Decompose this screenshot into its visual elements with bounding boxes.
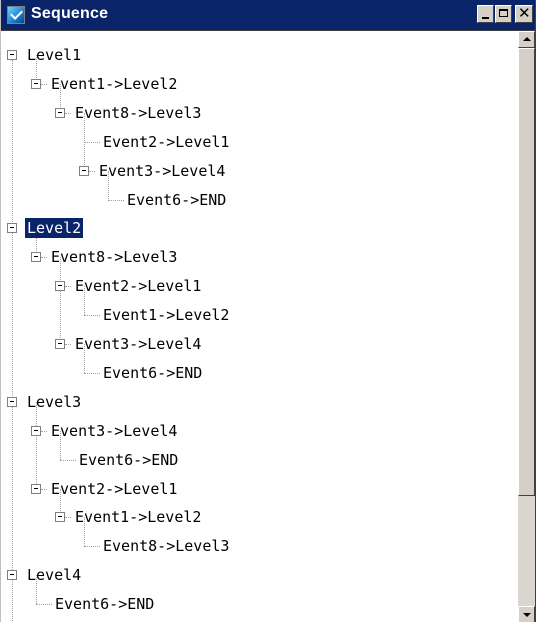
tree-node-label[interactable]: Event3->Level4	[49, 421, 179, 441]
collapse-minus-icon[interactable]	[31, 483, 41, 494]
tree-connector-line	[84, 372, 100, 374]
collapse-minus-icon[interactable]	[55, 512, 65, 523]
close-icon: ✕	[518, 4, 531, 22]
tree-connector-line	[84, 546, 100, 548]
tree-connector-line	[36, 401, 37, 489]
tree-node-label[interactable]: Level4	[25, 565, 83, 585]
collapse-minus-icon[interactable]	[79, 165, 89, 176]
scroll-down-button[interactable]	[518, 606, 535, 622]
collapse-minus-icon[interactable]	[55, 281, 65, 292]
tree-node-label[interactable]: Event2->Level1	[49, 479, 179, 499]
tree-connector-line	[84, 315, 100, 317]
collapse-minus-icon[interactable]	[31, 78, 41, 89]
tree-node-label[interactable]: Event2->Level1	[73, 276, 203, 296]
tree-node-label[interactable]: Event3->Level4	[97, 161, 227, 181]
collapse-minus-icon[interactable]	[7, 570, 17, 581]
app-checkmark-icon[interactable]	[7, 6, 25, 24]
sequence-window: Sequence ✕ Level1 Event1->Level2 Event8->L…	[0, 0, 536, 622]
window-title: Sequence	[31, 5, 109, 22]
tree-connector-line	[65, 517, 71, 519]
tree-node-label[interactable]: Level1	[25, 45, 83, 65]
close-button[interactable]: ✕	[515, 4, 533, 23]
tree-node-label[interactable]: Level2	[23, 217, 85, 240]
collapse-minus-icon[interactable]	[7, 223, 17, 234]
tree-connector-line	[60, 459, 76, 461]
tree-node-label[interactable]: Level3	[25, 392, 83, 412]
tree-node-label[interactable]: Event1->Level2	[73, 507, 203, 527]
tree-node-label[interactable]: Event1->Level2	[49, 74, 179, 94]
tree-node-label[interactable]: Event8->Level3	[101, 536, 231, 556]
tree-connector-line	[65, 286, 71, 288]
tree-node-label[interactable]: Event6->END	[77, 450, 180, 470]
tree-node-label[interactable]: Event8->Level3	[73, 103, 203, 123]
tree-node-label[interactable]: Event6->END	[53, 594, 156, 614]
tree-connector-line	[36, 604, 52, 606]
tree-node-label[interactable]: Event6->END	[101, 363, 204, 383]
tree-view[interactable]: Level1 Event1->Level2 Event8->Level3 Event2…	[1, 31, 518, 622]
tree-node-label[interactable]: Event6->END	[125, 190, 228, 210]
client-area: Level1 Event1->Level2 Event8->Level3 Event2…	[1, 30, 535, 622]
tree-connector-line	[41, 83, 47, 85]
maximize-button[interactable]	[495, 5, 512, 23]
tree-connector-line	[65, 344, 71, 345]
tree-connector-line	[84, 141, 100, 143]
collapse-minus-icon[interactable]	[31, 252, 41, 263]
collapse-minus-icon[interactable]	[7, 50, 17, 60]
tree-node-label[interactable]: Event8->Level3	[49, 247, 179, 267]
tree-node-label[interactable]: Event1->Level2	[101, 305, 231, 325]
scroll-up-arrow-icon	[523, 37, 531, 41]
collapse-minus-icon[interactable]	[55, 339, 65, 349]
tree-connector-line	[12, 60, 13, 571]
collapse-minus-icon[interactable]	[7, 396, 17, 407]
tree-connector-line	[41, 257, 47, 259]
collapse-minus-icon[interactable]	[55, 107, 65, 118]
tree-connector-line	[41, 488, 47, 490]
minimize-button[interactable]	[477, 5, 494, 23]
scroll-up-button[interactable]	[518, 31, 535, 48]
tree-connector-line	[12, 580, 13, 622]
tree-node-label[interactable]: Event3->Level4	[73, 334, 203, 354]
tree-connector-line	[89, 170, 95, 172]
tree-connector-line	[108, 199, 124, 201]
tree-connector-line	[41, 430, 47, 432]
tree-connector-line	[60, 257, 61, 344]
scroll-down-arrow-icon	[523, 613, 531, 617]
collapse-minus-icon[interactable]	[31, 425, 41, 436]
maximize-icon	[499, 9, 508, 17]
title-bar[interactable]: Sequence ✕	[1, 0, 535, 30]
minimize-icon	[482, 17, 489, 19]
tree-connector-line	[65, 112, 71, 114]
vertical-scrollbar[interactable]	[518, 31, 535, 622]
scrollbar-thumb[interactable]	[518, 48, 535, 496]
tree-node-label[interactable]: Event2->Level1	[101, 132, 231, 152]
